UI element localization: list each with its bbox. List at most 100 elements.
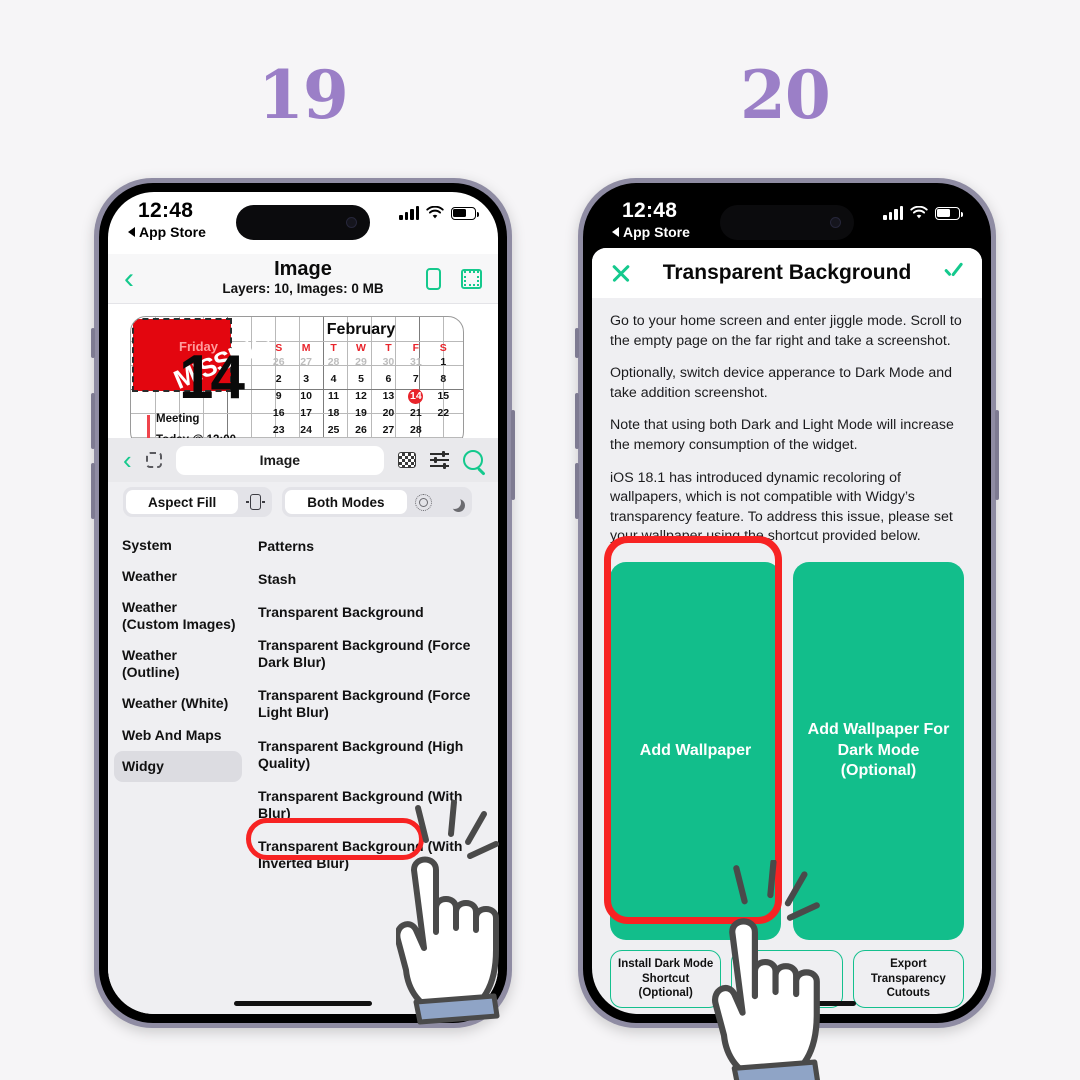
search-icon[interactable] — [463, 450, 483, 470]
battery-icon — [451, 206, 479, 220]
volume-up-button[interactable] — [91, 393, 95, 449]
preset-item[interactable]: Patterns — [248, 530, 498, 563]
calendar-day: 23 — [272, 424, 285, 436]
hand-cuff — [731, 1059, 821, 1080]
checkerboard-icon[interactable] — [398, 452, 416, 468]
dynamic-island — [236, 205, 370, 240]
mode-toolbar: Aspect Fill Both Modes — [108, 482, 498, 522]
device-width-icon[interactable] — [241, 494, 269, 510]
calendar-week-row: 23 24 25 26 27 28 — [265, 422, 457, 438]
widget-event: Meeting Today @ 12:00 — [147, 413, 236, 438]
preset-item[interactable]: Stash — [248, 563, 498, 596]
editor-nav-actions — [426, 267, 482, 290]
sun-icon[interactable] — [410, 493, 438, 511]
silent-switch[interactable] — [575, 328, 579, 358]
volume-down-button[interactable] — [91, 463, 95, 519]
close-x-icon[interactable] — [610, 262, 632, 284]
silent-switch[interactable] — [91, 328, 95, 358]
volume-up-button[interactable] — [575, 393, 579, 449]
calendar-day: 29 — [355, 356, 367, 368]
color-mode-value[interactable]: Both Modes — [285, 490, 407, 514]
secondary-button[interactable]: Install Dark Mode Shortcut (Optional) — [610, 949, 722, 1009]
status-back-to-app[interactable]: App Store — [612, 224, 690, 240]
calendar-dow: S — [275, 342, 283, 354]
status-indicators — [399, 206, 479, 220]
calendar-day: 10 — [300, 390, 312, 402]
widget-calendar: February SMTWTFS 26 27 28 29 30 31 1 2 3 4 5 6 7 8 9 10… — [265, 321, 457, 438]
instruction-paragraph: Optionally, switch device apperance to D… — [610, 365, 952, 401]
calendar-day: 14 — [408, 389, 424, 404]
calendar-day: 25 — [327, 424, 340, 436]
widget-day-number: 14 — [179, 343, 245, 412]
fill-mode-value[interactable]: Aspect Fill — [126, 490, 239, 514]
category-item[interactable]: System — [108, 530, 248, 561]
status-time: 12:48 — [622, 199, 678, 222]
tap-burst-icon — [733, 860, 820, 921]
preset-item[interactable]: Transparent Background — [248, 596, 498, 629]
calendar-day: 9 — [275, 390, 282, 402]
calendar-day: 30 — [382, 356, 395, 368]
category-item[interactable]: Weather (Outline) — [108, 640, 248, 688]
front-camera-icon — [830, 217, 841, 228]
dynamic-island — [720, 205, 854, 240]
widget-preview[interactable]: Friday MISSING 14 Meeting Today @ 12:00 … — [130, 316, 464, 438]
calendar-day: 24 — [300, 424, 312, 436]
category-item[interactable]: Widgy — [114, 750, 242, 782]
cellular-signal-icon — [883, 206, 903, 220]
grid-layout-icon[interactable] — [461, 268, 482, 289]
editor-canvas[interactable]: Friday MISSING 14 Meeting Today @ 12:00 … — [108, 304, 498, 438]
adjustments-icon[interactable] — [430, 451, 449, 469]
calendar-day: 4 — [330, 373, 337, 385]
preset-item[interactable]: Transparent Background (Force Light Blur… — [248, 679, 498, 729]
preset-item[interactable]: Transparent Background (High Quality) — [248, 730, 498, 780]
calendar-day: 18 — [327, 407, 340, 419]
calendar-weeks: 26 27 28 29 30 31 1 2 3 4 5 6 7 8 9 10 11 12 13 14 15 16 17 18 1… — [265, 354, 457, 438]
dashed-square-icon[interactable] — [145, 452, 162, 468]
status-back-to-app[interactable]: App Store — [128, 224, 206, 240]
event-color-bar — [147, 415, 150, 438]
status-back-label: App Store — [139, 224, 206, 240]
calendar-dow: W — [356, 342, 366, 354]
asset-name-field[interactable]: Image — [175, 445, 384, 475]
preset-item[interactable]: Transparent Background (Force Dark Blur) — [248, 629, 498, 679]
volume-down-button[interactable] — [575, 463, 579, 519]
calendar-day: 15 — [437, 390, 450, 402]
tap-hand-cursor-right — [712, 860, 821, 1080]
sheet-title: Transparent Background — [662, 261, 912, 284]
editor-nav-bar: ‹ Image Layers: 10, Images: 0 MB — [108, 254, 498, 304]
calendar-day: 13 — [382, 390, 395, 402]
sheet-header: Transparent Background — [592, 248, 982, 298]
calendar-day: 27 — [382, 424, 395, 436]
asset-toolbar: ‹ Image — [108, 438, 498, 482]
step-number-right: 20 — [740, 56, 831, 134]
calendar-dow: M — [301, 342, 311, 354]
calendar-day: 19 — [355, 407, 367, 419]
calendar-week-row: 9 10 11 12 13 14 15 — [265, 388, 457, 405]
front-camera-icon — [346, 217, 357, 228]
power-button[interactable] — [995, 410, 999, 500]
moon-icon[interactable] — [441, 496, 469, 509]
category-item[interactable]: Weather (White) — [108, 688, 248, 719]
phone-preview-icon[interactable] — [426, 267, 441, 290]
calendar-day: 28 — [410, 424, 422, 436]
fill-mode-segment[interactable]: Aspect Fill — [123, 487, 273, 517]
checkmark-icon[interactable] — [942, 262, 964, 284]
calendar-dow: T — [330, 342, 337, 354]
calendar-day: 5 — [358, 373, 364, 385]
calendar-day: 22 — [437, 407, 450, 419]
category-list[interactable]: System Weather Weather (Custom Images) Weat… — [108, 522, 248, 1014]
hand-shape — [712, 918, 820, 1080]
category-item[interactable]: Weather — [108, 561, 248, 592]
calendar-day: 21 — [410, 407, 422, 419]
power-button[interactable] — [511, 410, 515, 500]
calendar-dow: T — [385, 342, 392, 354]
category-item[interactable]: Web And Maps — [108, 720, 248, 751]
chevron-left-icon[interactable]: ‹ — [123, 447, 132, 473]
category-item[interactable]: Weather (Custom Images) — [108, 592, 248, 640]
event-title: Meeting — [156, 413, 200, 425]
color-mode-segment[interactable]: Both Modes — [282, 487, 472, 517]
calendar-week-row: 2 3 4 5 6 7 8 — [265, 371, 457, 388]
battery-icon — [935, 206, 963, 220]
calendar-day: 2 — [275, 373, 282, 385]
chevron-left-icon[interactable]: ‹ — [124, 263, 134, 294]
